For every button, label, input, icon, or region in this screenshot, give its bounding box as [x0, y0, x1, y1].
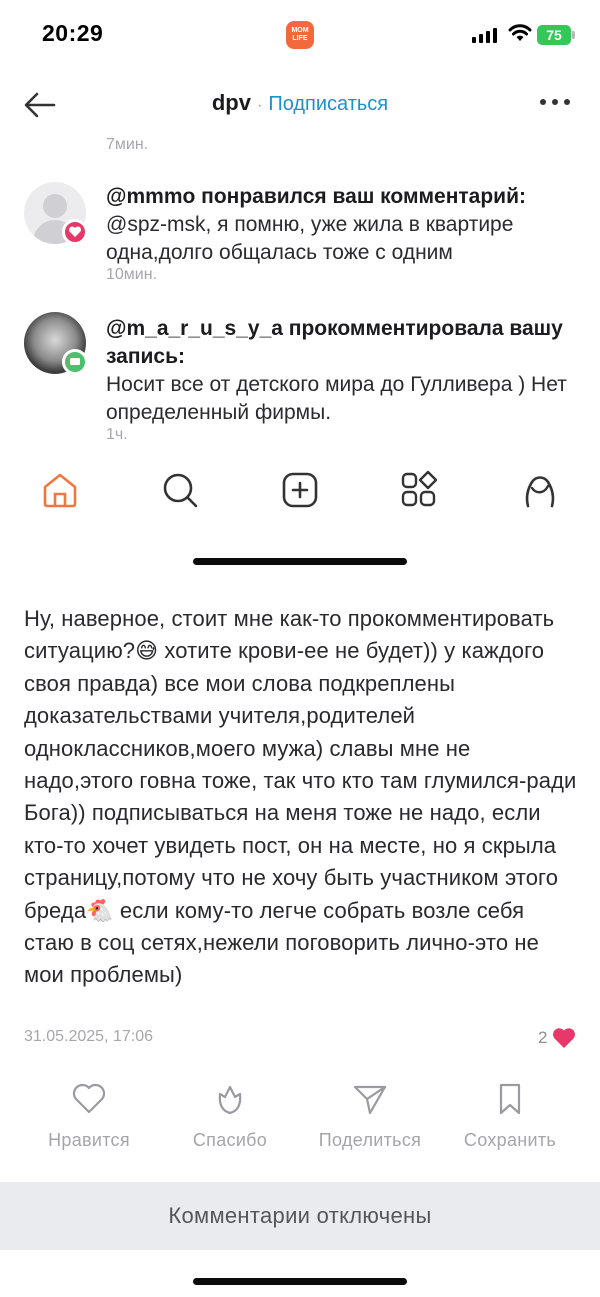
share-button[interactable]: Поделиться	[300, 1078, 440, 1151]
notification-time: 1ч.	[106, 426, 128, 443]
notification-time: 7мин.	[106, 136, 149, 153]
signal-icon	[472, 28, 497, 43]
post-date: 31.05.2025, 17:06	[24, 1028, 154, 1045]
profile-username[interactable]: dpv	[212, 90, 251, 115]
thanks-label: Спасибо	[192, 1130, 268, 1150]
home-icon[interactable]	[38, 468, 82, 512]
heart-icon	[72, 1083, 106, 1114]
wifi-icon	[508, 24, 532, 41]
search-icon[interactable]	[158, 468, 202, 512]
notification-action: понравился ваш комментарий:	[195, 185, 526, 208]
nav-separator: ·	[256, 97, 263, 114]
likes-count: 2	[538, 1028, 548, 1047]
profile-icon[interactable]	[518, 468, 562, 512]
notification-user[interactable]: @mmmo	[106, 185, 195, 208]
post-text: Ну, наверное, стоит мне как-то прокоммен…	[24, 606, 577, 988]
heart-badge-icon	[62, 219, 88, 245]
likes-counter[interactable]: 2	[538, 1026, 577, 1050]
bookmark-icon	[499, 1083, 521, 1115]
more-options-icon[interactable]	[540, 99, 570, 105]
home-indicator	[193, 1278, 407, 1285]
subscribe-button[interactable]: Подписаться	[268, 93, 388, 115]
battery-tip	[572, 31, 575, 39]
comments-disabled-banner: Комментарии отключены	[0, 1182, 600, 1250]
post-actions: Нравится Спасибо Поделиться Сохранить	[0, 1078, 600, 1168]
notification-snippet: Носит все от детского мира до Гулливера …	[106, 373, 567, 424]
home-indicator	[193, 558, 407, 565]
share-label: Поделиться	[318, 1130, 422, 1150]
thanks-button[interactable]: Спасибо	[160, 1078, 300, 1151]
notification-time: 10мин.	[106, 266, 158, 283]
app-logo-icon: MOM LIFE	[286, 21, 314, 49]
flower-icon	[218, 1085, 242, 1115]
notification-text: @m_a_r_u_s_y_a прокомментировала вашу за…	[106, 315, 576, 427]
heart-filled-icon	[553, 1028, 576, 1048]
nav-title: dpv · Подписаться	[0, 90, 600, 116]
status-time: 20:29	[42, 20, 104, 46]
save-label: Сохранить	[463, 1130, 557, 1150]
battery-icon: 75	[537, 25, 571, 45]
notification-text: @mmmo понравился ваш комментарий: @spz-m…	[106, 183, 576, 267]
top-nav: dpv · Подписаться	[0, 80, 600, 128]
like-label: Нравится	[48, 1130, 130, 1150]
notification-user[interactable]: @m_a_r_u_s_y_a	[106, 317, 283, 340]
add-post-icon[interactable]	[278, 468, 322, 512]
send-icon	[353, 1085, 387, 1115]
comment-badge-icon	[62, 349, 88, 375]
status-bar: 20:29 MOM LIFE 75	[0, 0, 600, 70]
notification-snippet: @spz-msk, я помню, уже жила в квартире о…	[106, 213, 514, 264]
save-button[interactable]: Сохранить	[440, 1078, 580, 1151]
like-button[interactable]: Нравится	[19, 1078, 159, 1151]
tab-bar	[0, 462, 600, 518]
services-grid-icon[interactable]	[398, 468, 442, 512]
